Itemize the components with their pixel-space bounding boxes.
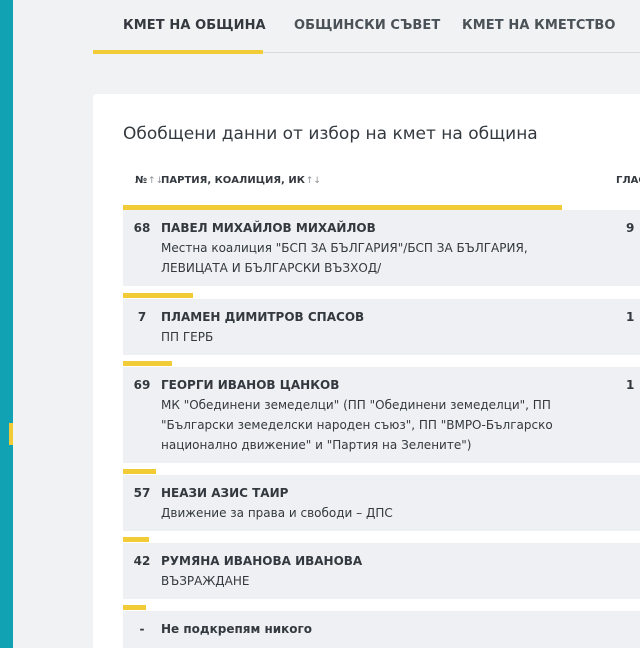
column-header-party-label: ПАРТИЯ, КОАЛИЦИЯ, ИК [161, 175, 305, 186]
candidate-number: 7 [137, 310, 147, 324]
vote-share-bar [123, 361, 172, 366]
vote-share-bar [123, 469, 156, 474]
column-header-votes-label: ГЛАС [616, 175, 640, 186]
vote-share-bar [123, 293, 193, 298]
page: КМЕТ НА ОБЩИНА ОБЩИНСКИ СЪВЕТ КМЕТ НА КМ… [0, 0, 640, 648]
tab-municipal-council[interactable]: ОБЩИНСКИ СЪВЕТ [294, 18, 440, 33]
candidate-number: 69 [133, 378, 151, 392]
column-header-votes[interactable]: ГЛАС [616, 175, 640, 186]
active-tab-indicator [93, 50, 263, 54]
candidate-party: Местна коалиция "БСП ЗА БЪЛГАРИЯ"/БСП ЗА… [161, 241, 528, 275]
candidate-party: Движение за права и свободи – ДПС [161, 506, 393, 520]
card-title: Обобщени данни от избор на кмет на общин… [123, 124, 538, 144]
table-row[interactable]: 7 ПЛАМЕН ДИМИТРОВ СПАСОВ ПП ГЕРБ 1 [123, 299, 640, 355]
candidate-number: 68 [133, 221, 151, 235]
candidate-name: ГЕОРГИ ИВАНОВ ЦАНКОВ [161, 378, 340, 392]
tab-divider [263, 52, 640, 53]
tab-mayor-town-hall[interactable]: КМЕТ НА КМЕТСТВО [462, 18, 616, 33]
candidate-name: ПАВЕЛ МИХАЙЛОВ МИХАЙЛОВ [161, 221, 376, 235]
left-rail [0, 0, 13, 648]
table-row[interactable]: 69 ГЕОРГИ ИВАНОВ ЦАНКОВ МК "Обединени зе… [123, 367, 640, 463]
sort-icon: ↑↓ [305, 176, 321, 186]
candidate-number: - [139, 622, 145, 636]
tab-bar: КМЕТ НА ОБЩИНА ОБЩИНСКИ СЪВЕТ КМЕТ НА КМ… [93, 0, 640, 60]
candidate-votes: 1 [626, 378, 635, 392]
table-row[interactable]: - Не подкрепям никого [123, 611, 640, 648]
candidate-party: ВЪЗРАЖДАНЕ [161, 574, 250, 588]
column-header-party[interactable]: ПАРТИЯ, КОАЛИЦИЯ, ИК↑↓ [161, 175, 321, 186]
vote-share-bar [123, 537, 149, 542]
table-row[interactable]: 68 ПАВЕЛ МИХАЙЛОВ МИХАЙЛОВ Местна коалиц… [123, 210, 640, 286]
column-header-number[interactable]: №↑↓ [135, 175, 163, 186]
vote-share-bar [123, 605, 146, 610]
column-header-number-label: № [135, 175, 148, 186]
tab-mayor-municipality[interactable]: КМЕТ НА ОБЩИНА [123, 18, 266, 33]
table-row[interactable]: 57 НЕАЗИ АЗИС ТАИР Движение за права и с… [123, 475, 640, 531]
candidate-number: 42 [133, 554, 151, 568]
candidate-party: МК "Обединени земеделци" (ПП "Обединени … [161, 398, 553, 452]
candidate-name: НЕАЗИ АЗИС ТАИР [161, 486, 289, 500]
candidate-name: ПЛАМЕН ДИМИТРОВ СПАСОВ [161, 310, 365, 324]
rail-marker [9, 423, 13, 445]
results-card: Обобщени данни от избор на кмет на общин… [93, 94, 640, 648]
candidate-votes: 9 [626, 221, 635, 235]
candidate-name: Не подкрепям никого [161, 622, 313, 636]
candidate-number: 57 [133, 486, 151, 500]
table-row[interactable]: 42 РУМЯНА ИВАНОВА ИВАНОВА ВЪЗРАЖДАНЕ [123, 543, 640, 599]
candidate-party: ПП ГЕРБ [161, 330, 214, 344]
candidate-name: РУМЯНА ИВАНОВА ИВАНОВА [161, 554, 363, 568]
candidate-votes: 1 [626, 310, 635, 324]
